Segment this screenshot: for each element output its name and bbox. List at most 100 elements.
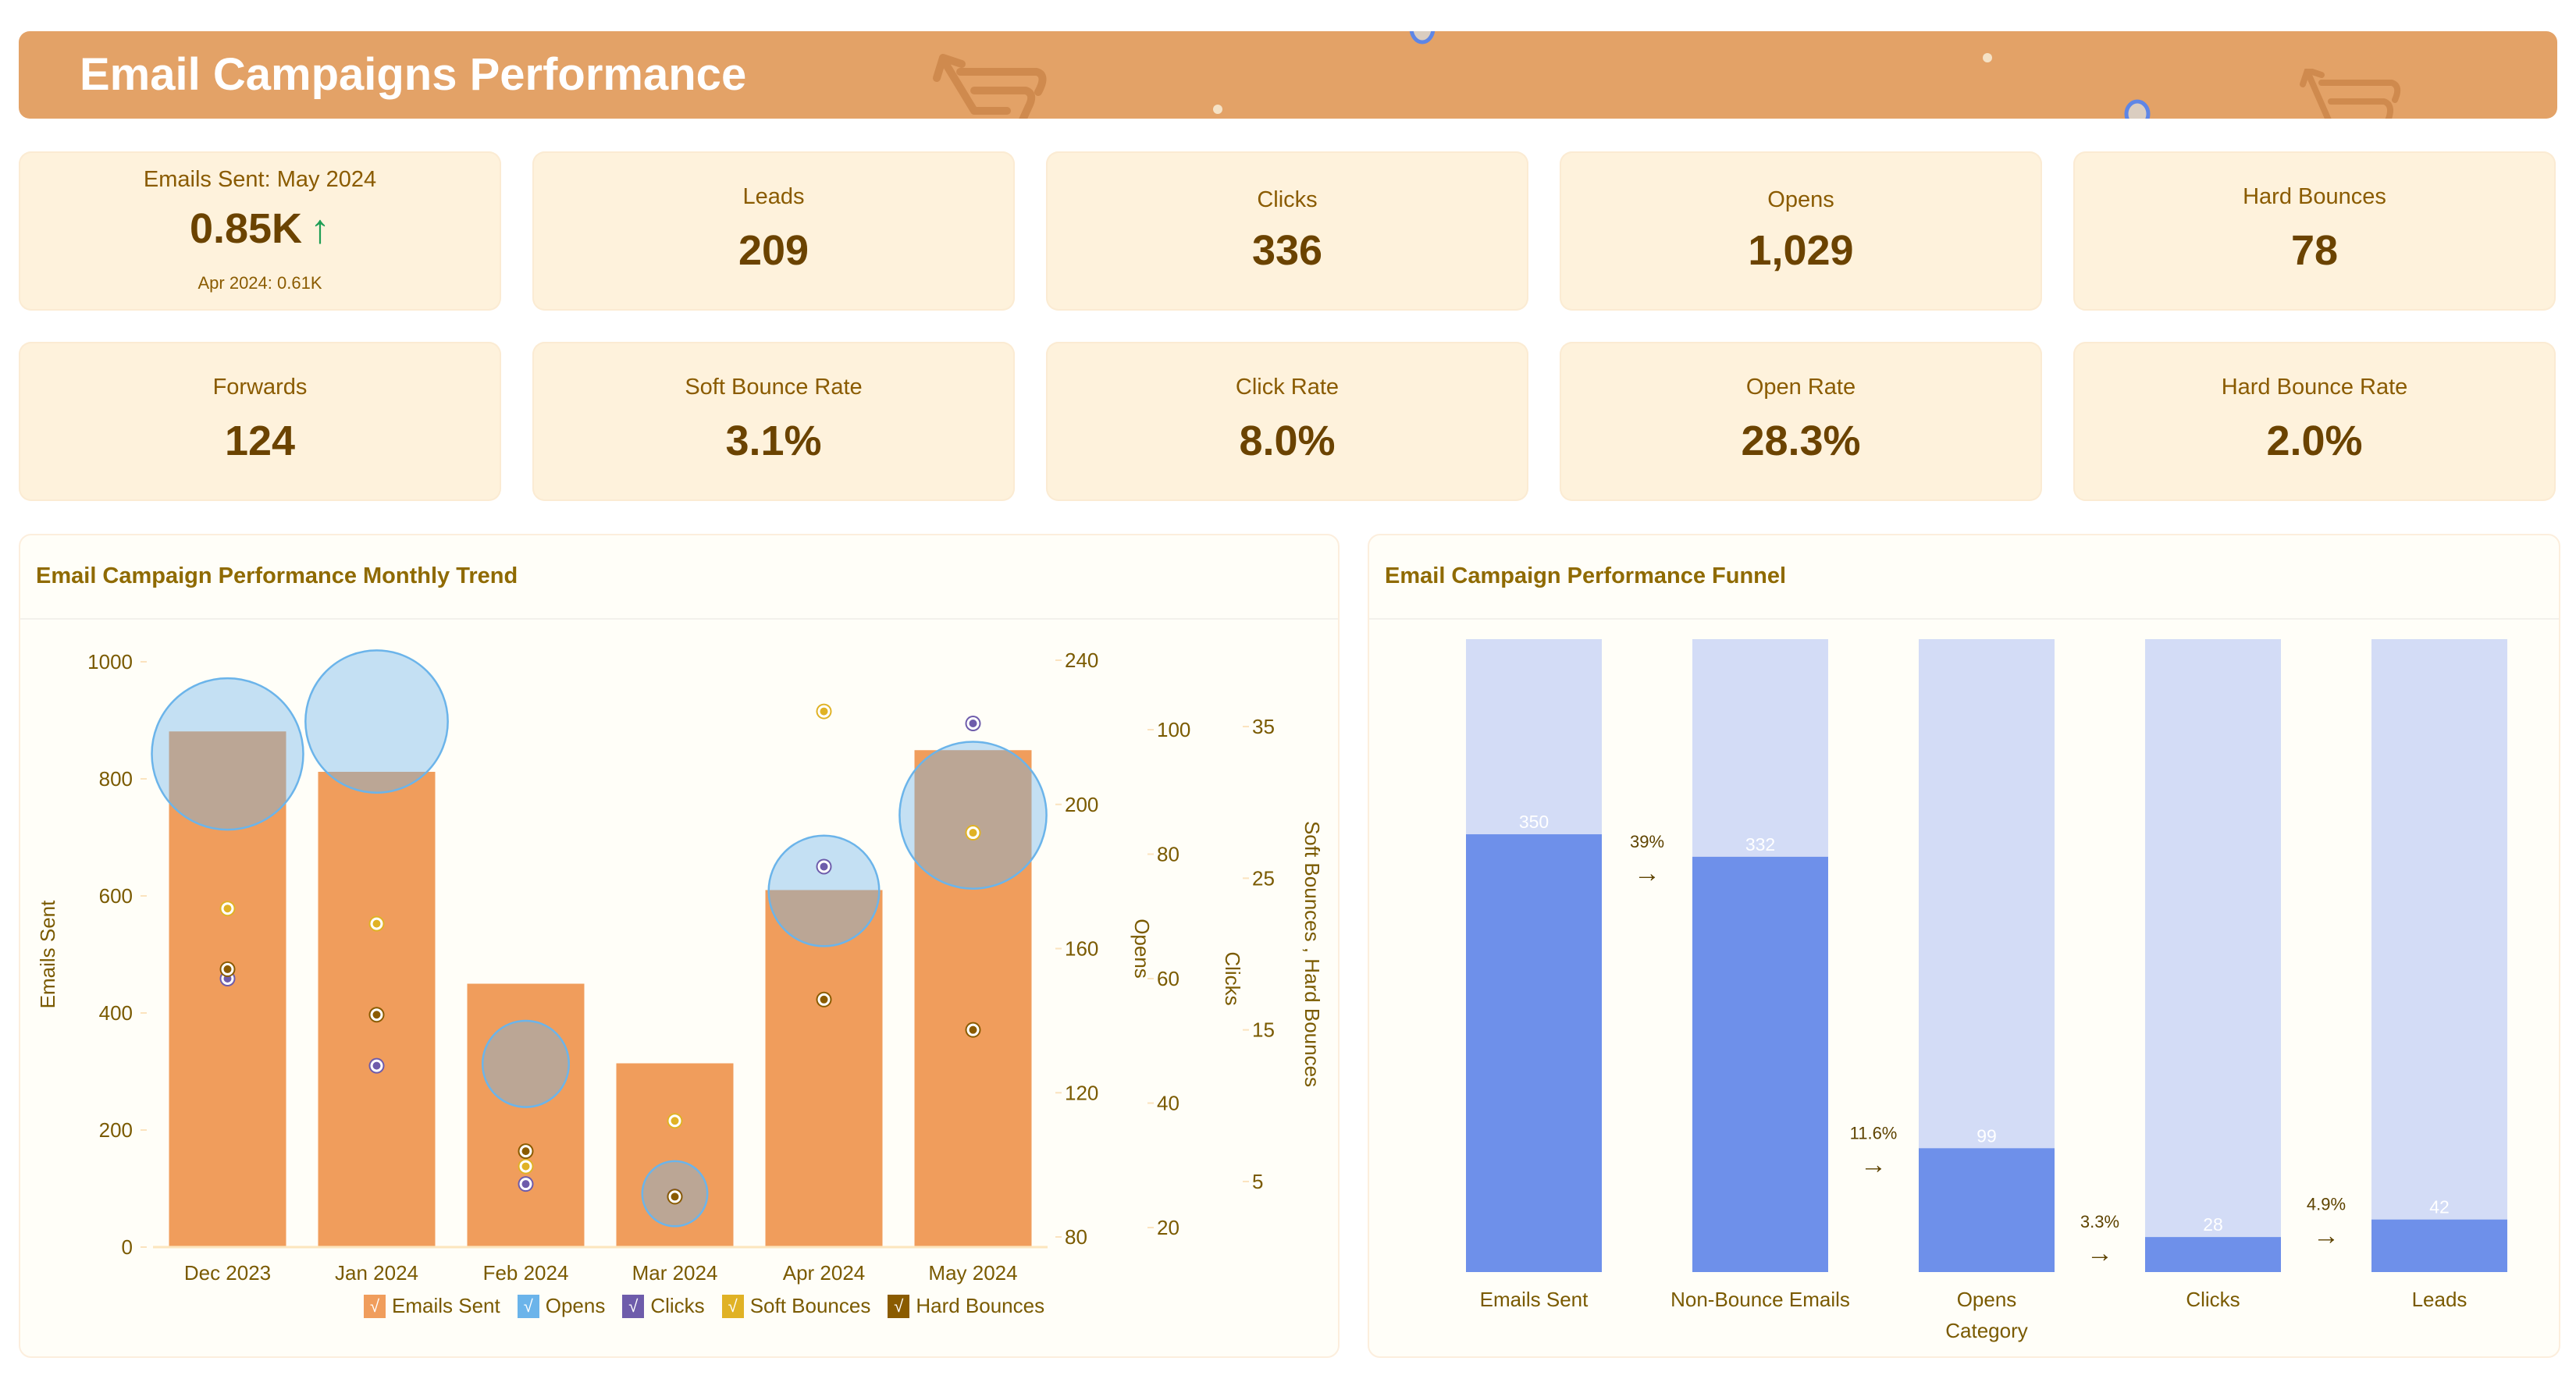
kpi-label: Leads — [742, 184, 805, 209]
x-axis-title: Category — [1945, 1319, 2028, 1342]
funnel-bar-background — [2145, 639, 2281, 1272]
checkbox-checked-icon[interactable]: √ — [888, 1294, 910, 1318]
checkbox-checked-icon[interactable]: √ — [622, 1294, 645, 1318]
bubble-opens — [151, 677, 304, 831]
y-axis-tick-label: 160 — [1065, 937, 1098, 961]
funnel-bar — [1692, 856, 1828, 1272]
y-axis-tick-label: 0 — [122, 1235, 133, 1259]
legend-item-clicks[interactable]: √ Clicks — [622, 1294, 705, 1318]
kpi-label: Open Rate — [1745, 375, 1856, 400]
legend-item-opens[interactable]: √ Opens — [517, 1294, 606, 1318]
y-axis-tick-label: 600 — [99, 884, 133, 908]
legend-item-emails-sent[interactable]: √ Emails Sent — [364, 1294, 500, 1318]
y-axis-tick-label: 200 — [99, 1118, 133, 1142]
x-axis-tick-label: Emails Sent — [1480, 1288, 1589, 1311]
kpi-value: 2.0% — [2266, 418, 2363, 464]
kpi-value-text: 0.85K — [189, 205, 303, 252]
kpi-card-opens: Opens 1,029 — [1560, 151, 2042, 311]
kpi-value: 0.85K ↑ — [19, 204, 501, 253]
y-axis-tick-label: 25 — [1252, 866, 1275, 890]
y-axis-tick-label: 35 — [1252, 715, 1275, 738]
legend-label: Hard Bounces — [916, 1294, 1045, 1317]
bubble-opens — [898, 741, 1048, 890]
arrow-up-icon: ↑ — [310, 207, 331, 252]
x-axis-tick-label: Dec 2023 — [184, 1261, 271, 1285]
y-axis-tick-label: 100 — [1157, 718, 1190, 741]
kpi-label: Click Rate — [1235, 375, 1340, 400]
x-axis-tick-label: Opens — [1957, 1288, 2017, 1311]
legend-item-soft-bounces[interactable]: √ Soft Bounces — [721, 1294, 870, 1318]
kpi-card-clicks: Clicks 336 — [1046, 151, 1528, 311]
kpi-value: 124 — [224, 418, 296, 464]
bubble-opens — [767, 834, 881, 947]
dashboard-header: Email Campaigns Performance — [19, 31, 2557, 119]
kpi-label: Hard Bounces — [2243, 184, 2386, 209]
funnel-conversion-rate: 39% — [1630, 832, 1664, 851]
kpi-label: Emails Sent: May 2024 — [143, 167, 377, 192]
x-axis-tick-label: May 2024 — [928, 1261, 1017, 1285]
y-axis-title: Emails Sent — [36, 900, 59, 1008]
kpi-value: 336 — [1251, 227, 1323, 274]
decorative-dot — [1213, 105, 1222, 114]
funnel-bar — [1466, 834, 1602, 1272]
y-axis-tick-label: 60 — [1157, 967, 1179, 990]
trend-chart: 0 200 400 600 800 1000 Emails Sent 80 120 160 200 2… — [36, 649, 1324, 1285]
y-axis-title: Opens — [1130, 919, 1154, 979]
funnel-bar — [1919, 1148, 2055, 1272]
y-axis-title: Clicks — [1221, 951, 1244, 1005]
x-axis-tick-label: Mar 2024 — [632, 1261, 718, 1285]
arrow-right-icon: → — [1860, 1150, 1887, 1179]
trend-chart-legend: √ Emails Sent √ Opens √ Clicks √ Soft Bounces √ H… — [364, 1294, 1044, 1318]
kpi-value: 28.3% — [1741, 418, 1861, 464]
funnel-chart-panel: Email Campaign Performance Funnel 350 Ema… — [1368, 534, 2560, 1358]
kpi-card-click-rate: Click Rate 8.0% — [1046, 342, 1528, 501]
kpi-card-hard-bounces: Hard Bounces 78 — [2073, 151, 2556, 311]
kpi-card-hard-bounce-rate: Hard Bounce Rate 2.0% — [2073, 342, 2556, 501]
kpi-label: Hard Bounce Rate — [2221, 375, 2408, 400]
page-title: Email Campaigns Performance — [80, 49, 747, 100]
y-axis-tick-label: 400 — [99, 1001, 133, 1025]
kpi-value: 8.0% — [1239, 418, 1336, 464]
y-axis-tick-label: 20 — [1157, 1216, 1179, 1239]
y-axis-title: Soft Bounces , Hard Bounces — [1300, 821, 1324, 1087]
kpi-label: Soft Bounce Rate — [685, 375, 863, 400]
legend-label: Emails Sent — [392, 1294, 500, 1317]
funnel-conversion-rate: 3.3% — [2080, 1212, 2119, 1231]
decorative-dot — [1983, 53, 1992, 62]
checkbox-checked-icon[interactable]: √ — [721, 1294, 744, 1318]
y-axis-tick-label: 80 — [1065, 1225, 1087, 1249]
y-axis-tick-label: 200 — [1065, 793, 1098, 816]
x-axis-tick-label: Apr 2024 — [783, 1261, 866, 1285]
kpi-label: Clicks — [1257, 187, 1318, 212]
x-axis-tick-label: Feb 2024 — [483, 1261, 569, 1285]
funnel-chart: 350 Emails Sent 332 Non-Bounce Emails 99 Open… — [1466, 639, 2507, 1342]
kpi-value: 209 — [738, 227, 809, 274]
funnel-value-label: 28 — [2203, 1214, 2223, 1235]
kpi-value: 1,029 — [1748, 227, 1854, 274]
funnel-value-label: 350 — [1519, 812, 1549, 832]
legend-label: Opens — [545, 1294, 606, 1317]
funnel-conversion-rate: 11.6% — [1850, 1123, 1898, 1143]
kpi-card-leads: Leads 209 — [532, 151, 1015, 311]
checkbox-checked-icon[interactable]: √ — [364, 1294, 386, 1318]
funnel-conversion-rate: 4.9% — [2307, 1195, 2346, 1214]
kpi-card-emails-sent: Emails Sent: May 2024 0.85K ↑ Apr 2024: 0… — [19, 151, 501, 311]
y-axis-tick-label: 1000 — [87, 650, 133, 673]
y-axis-tick-label: 800 — [99, 767, 133, 791]
checkbox-checked-icon[interactable]: √ — [517, 1294, 539, 1318]
funnel-value-label: 42 — [2429, 1197, 2450, 1217]
x-axis-tick-label: Clicks — [2186, 1288, 2240, 1311]
y-axis-tick-label: 40 — [1157, 1092, 1179, 1115]
arrow-right-icon: → — [2313, 1221, 2339, 1251]
arrow-right-icon: → — [1634, 858, 1660, 888]
kpi-label: Forwards — [212, 375, 308, 400]
funnel-bar — [2145, 1237, 2281, 1272]
funnel-cart-icon — [2300, 69, 2401, 119]
bubble-opens — [304, 649, 449, 794]
legend-item-hard-bounces[interactable]: √ Hard Bounces — [888, 1294, 1044, 1318]
x-axis-tick-label: Non-Bounce Emails — [1670, 1288, 1850, 1311]
decorative-ring-icon — [2124, 99, 2151, 119]
y-axis-tick-label: 240 — [1065, 649, 1098, 672]
funnel-cart-icon — [933, 54, 1047, 119]
x-axis-tick-label: Leads — [2412, 1288, 2467, 1311]
